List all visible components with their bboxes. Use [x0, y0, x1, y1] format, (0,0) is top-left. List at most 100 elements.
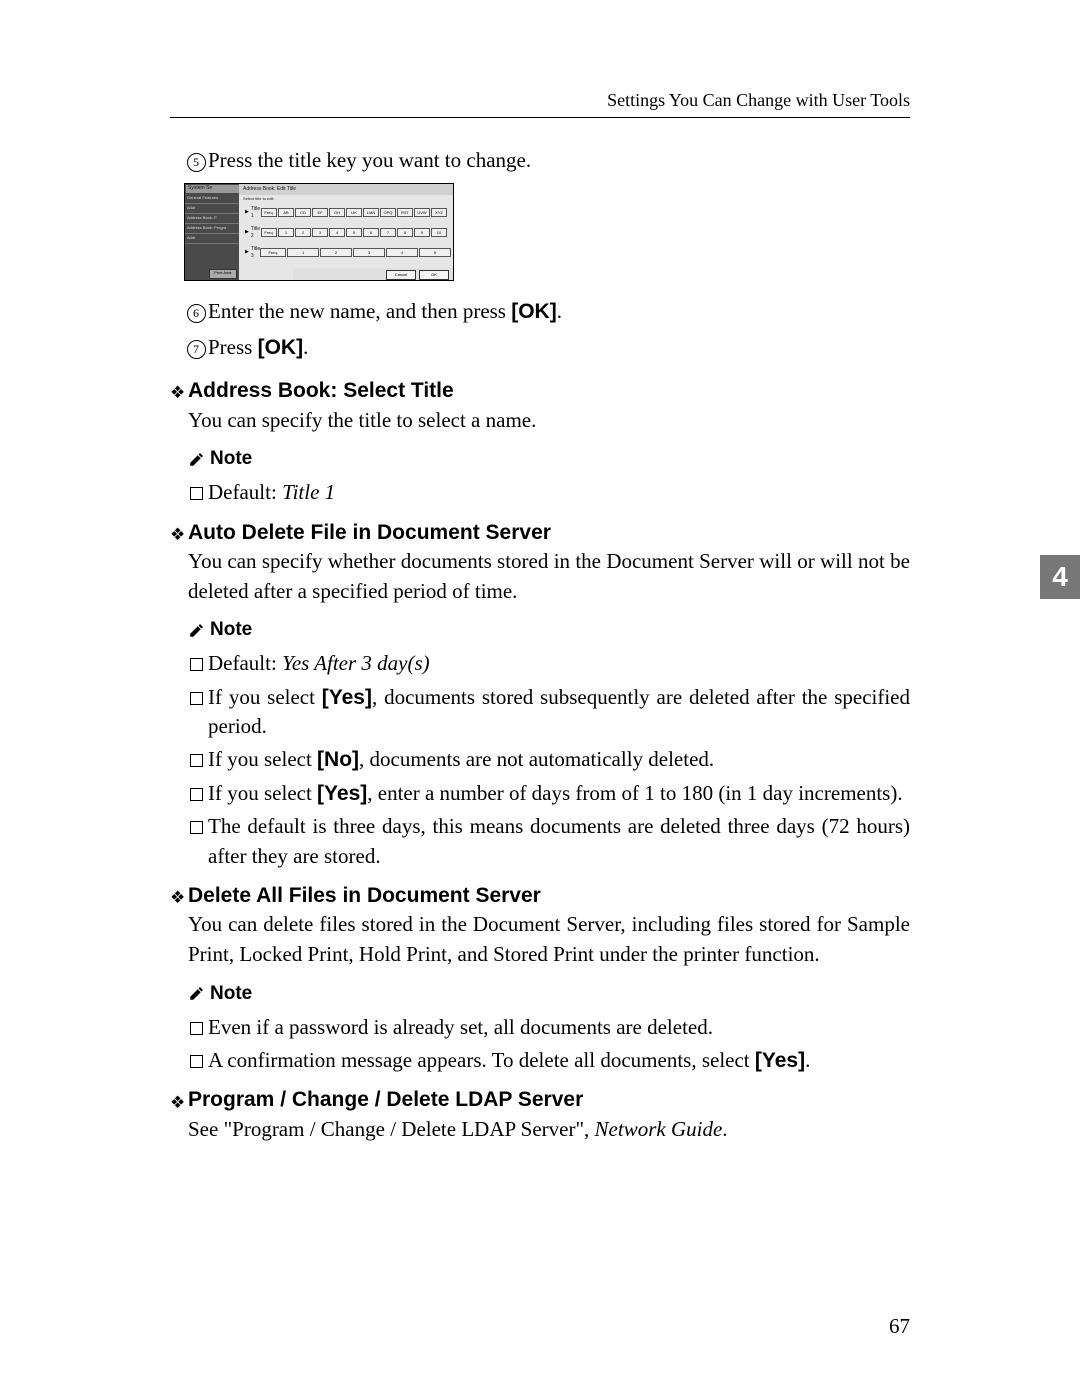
row-label: Title 2 — [251, 226, 261, 240]
key: 8 — [397, 228, 413, 237]
section-desc: See "Program / Change / Delete LDAP Serv… — [188, 1115, 910, 1144]
key: Freq. — [261, 208, 277, 217]
key: Freq. — [260, 248, 286, 257]
key: 3 — [353, 248, 385, 257]
step-number-icon: 7 — [184, 338, 208, 360]
screenshot-left-panel: System Se General Features Addr Address … — [185, 184, 239, 280]
left-row: Addr — [185, 204, 239, 214]
text: . — [303, 335, 308, 359]
section-heading: ❖ Program / Change / Delete LDAP Server — [170, 1085, 910, 1114]
text: If you select — [208, 685, 322, 709]
key: 7 — [380, 228, 396, 237]
text: Even if a password is already set, all d… — [208, 1013, 910, 1042]
key: AB — [278, 208, 294, 217]
key: 3 — [312, 228, 328, 237]
section-desc: You can delete files stored in the Docum… — [188, 910, 910, 969]
key: 10 — [431, 228, 447, 237]
key: XYZ — [431, 208, 447, 217]
step-7-text: Press [OK]. — [208, 333, 910, 362]
square-icon — [190, 691, 208, 709]
key: UVW — [414, 208, 430, 217]
left-row: General Features — [185, 194, 239, 204]
text: See "Program / Change / Delete LDAP Serv… — [188, 1117, 595, 1141]
note-label: Note — [210, 617, 252, 644]
default-value: Title 1 — [282, 480, 335, 504]
header-rule — [170, 117, 910, 118]
no-key: [No] — [317, 748, 359, 771]
key: 1 — [278, 228, 294, 237]
note-label: Note — [210, 981, 252, 1008]
document-page: Settings You Can Change with User Tools … — [0, 0, 1080, 1397]
left-button: Print Addr — [209, 269, 237, 279]
screenshot-left-header: System Se — [186, 185, 240, 193]
left-row: Address Book: P — [185, 214, 239, 224]
section-heading: ❖ Auto Delete File in Document Server — [170, 518, 910, 547]
step-6-text: Enter the new name, and then press [OK]. — [208, 297, 910, 326]
ok-key: [OK] — [258, 336, 304, 359]
text: Default: — [208, 651, 282, 675]
title3-row: ▶ Title 3 Freq. 1 2 3 4 5 — [239, 243, 453, 263]
chevron-right-icon: ▶ — [245, 249, 249, 256]
step-6: 6 Enter the new name, and then press [OK… — [184, 297, 910, 326]
section-desc: You can specify whether documents stored… — [188, 547, 910, 606]
text: The default is three days, this means do… — [208, 812, 910, 871]
key: 9 — [414, 228, 430, 237]
default-line: Default: Title 1 — [190, 478, 910, 507]
diamond-icon: ❖ — [170, 526, 188, 543]
row-label: Title 1 — [251, 206, 261, 220]
page-body: 5 Press the title key you want to change… — [170, 146, 910, 1144]
heading-text: Program / Change / Delete LDAP Server — [188, 1085, 583, 1114]
key: 5 — [346, 228, 362, 237]
step-5: 5 Press the title key you want to change… — [184, 146, 910, 175]
key: 5 — [419, 248, 451, 257]
pencil-icon — [188, 616, 210, 645]
chapter-tab: 4 — [1040, 555, 1080, 599]
key: 2 — [320, 248, 352, 257]
square-icon — [190, 820, 208, 838]
bullet: If you select [No], documents are not au… — [190, 745, 910, 774]
note-label: Note — [210, 446, 252, 473]
heading-text: Address Book: Select Title — [188, 376, 454, 405]
bullet: If you select [Yes], documents stored su… — [190, 683, 910, 742]
key: GH — [329, 208, 345, 217]
title2-row: ▶ Title 2 Freq. 1 2 3 4 5 6 7 8 9 — [239, 223, 453, 243]
row-label: Title 3 — [251, 246, 260, 260]
square-icon — [190, 1054, 208, 1072]
bullet: The default is three days, this means do… — [190, 812, 910, 871]
running-title: Settings You Can Change with User Tools — [170, 90, 910, 111]
key: 2 — [295, 228, 311, 237]
key: RST — [397, 208, 413, 217]
key: EF — [312, 208, 328, 217]
key: CD — [295, 208, 311, 217]
key: OPQ — [380, 208, 396, 217]
ok-button: OK — [419, 270, 449, 280]
key-row: Freq. AB CD EF GH IJK LMN OPQ RST UVW XY… — [261, 208, 447, 217]
bullet: Default: Yes After 3 day(s) — [190, 649, 910, 678]
text: Default: — [208, 480, 282, 504]
note-heading: Note — [188, 445, 910, 474]
default-value: Yes After 3 day(s) — [282, 651, 430, 675]
text: A confirmation message appears. To delet… — [208, 1048, 755, 1072]
text: Enter the new name, and then press — [208, 299, 511, 323]
section-desc: You can specify the title to select a na… — [188, 406, 910, 435]
screenshot-subtitle: Select title to edit. — [239, 195, 453, 203]
text: , enter a number of days from of 1 to 18… — [367, 781, 902, 805]
diamond-icon: ❖ — [170, 1094, 188, 1111]
square-icon — [190, 787, 208, 805]
screenshot-bottom-bar: Cancel OK — [293, 268, 453, 280]
square-icon — [190, 486, 208, 504]
chevron-right-icon: ▶ — [245, 209, 249, 216]
diamond-icon: ❖ — [170, 384, 188, 401]
reference-title: Network Guide — [595, 1117, 723, 1141]
key: LMN — [363, 208, 379, 217]
note-heading: Note — [188, 616, 910, 645]
heading-text: Delete All Files in Document Server — [188, 881, 541, 910]
note-heading: Note — [188, 979, 910, 1008]
text: If you select — [208, 747, 317, 771]
key: IJK — [346, 208, 362, 217]
yes-key: [Yes] — [755, 1049, 805, 1072]
ok-key: [OK] — [511, 300, 557, 323]
step-5-text: Press the title key you want to change. — [208, 146, 910, 175]
screenshot-main: Address Book: Edit Title Select title to… — [239, 184, 453, 280]
heading-text: Auto Delete File in Document Server — [188, 518, 551, 547]
